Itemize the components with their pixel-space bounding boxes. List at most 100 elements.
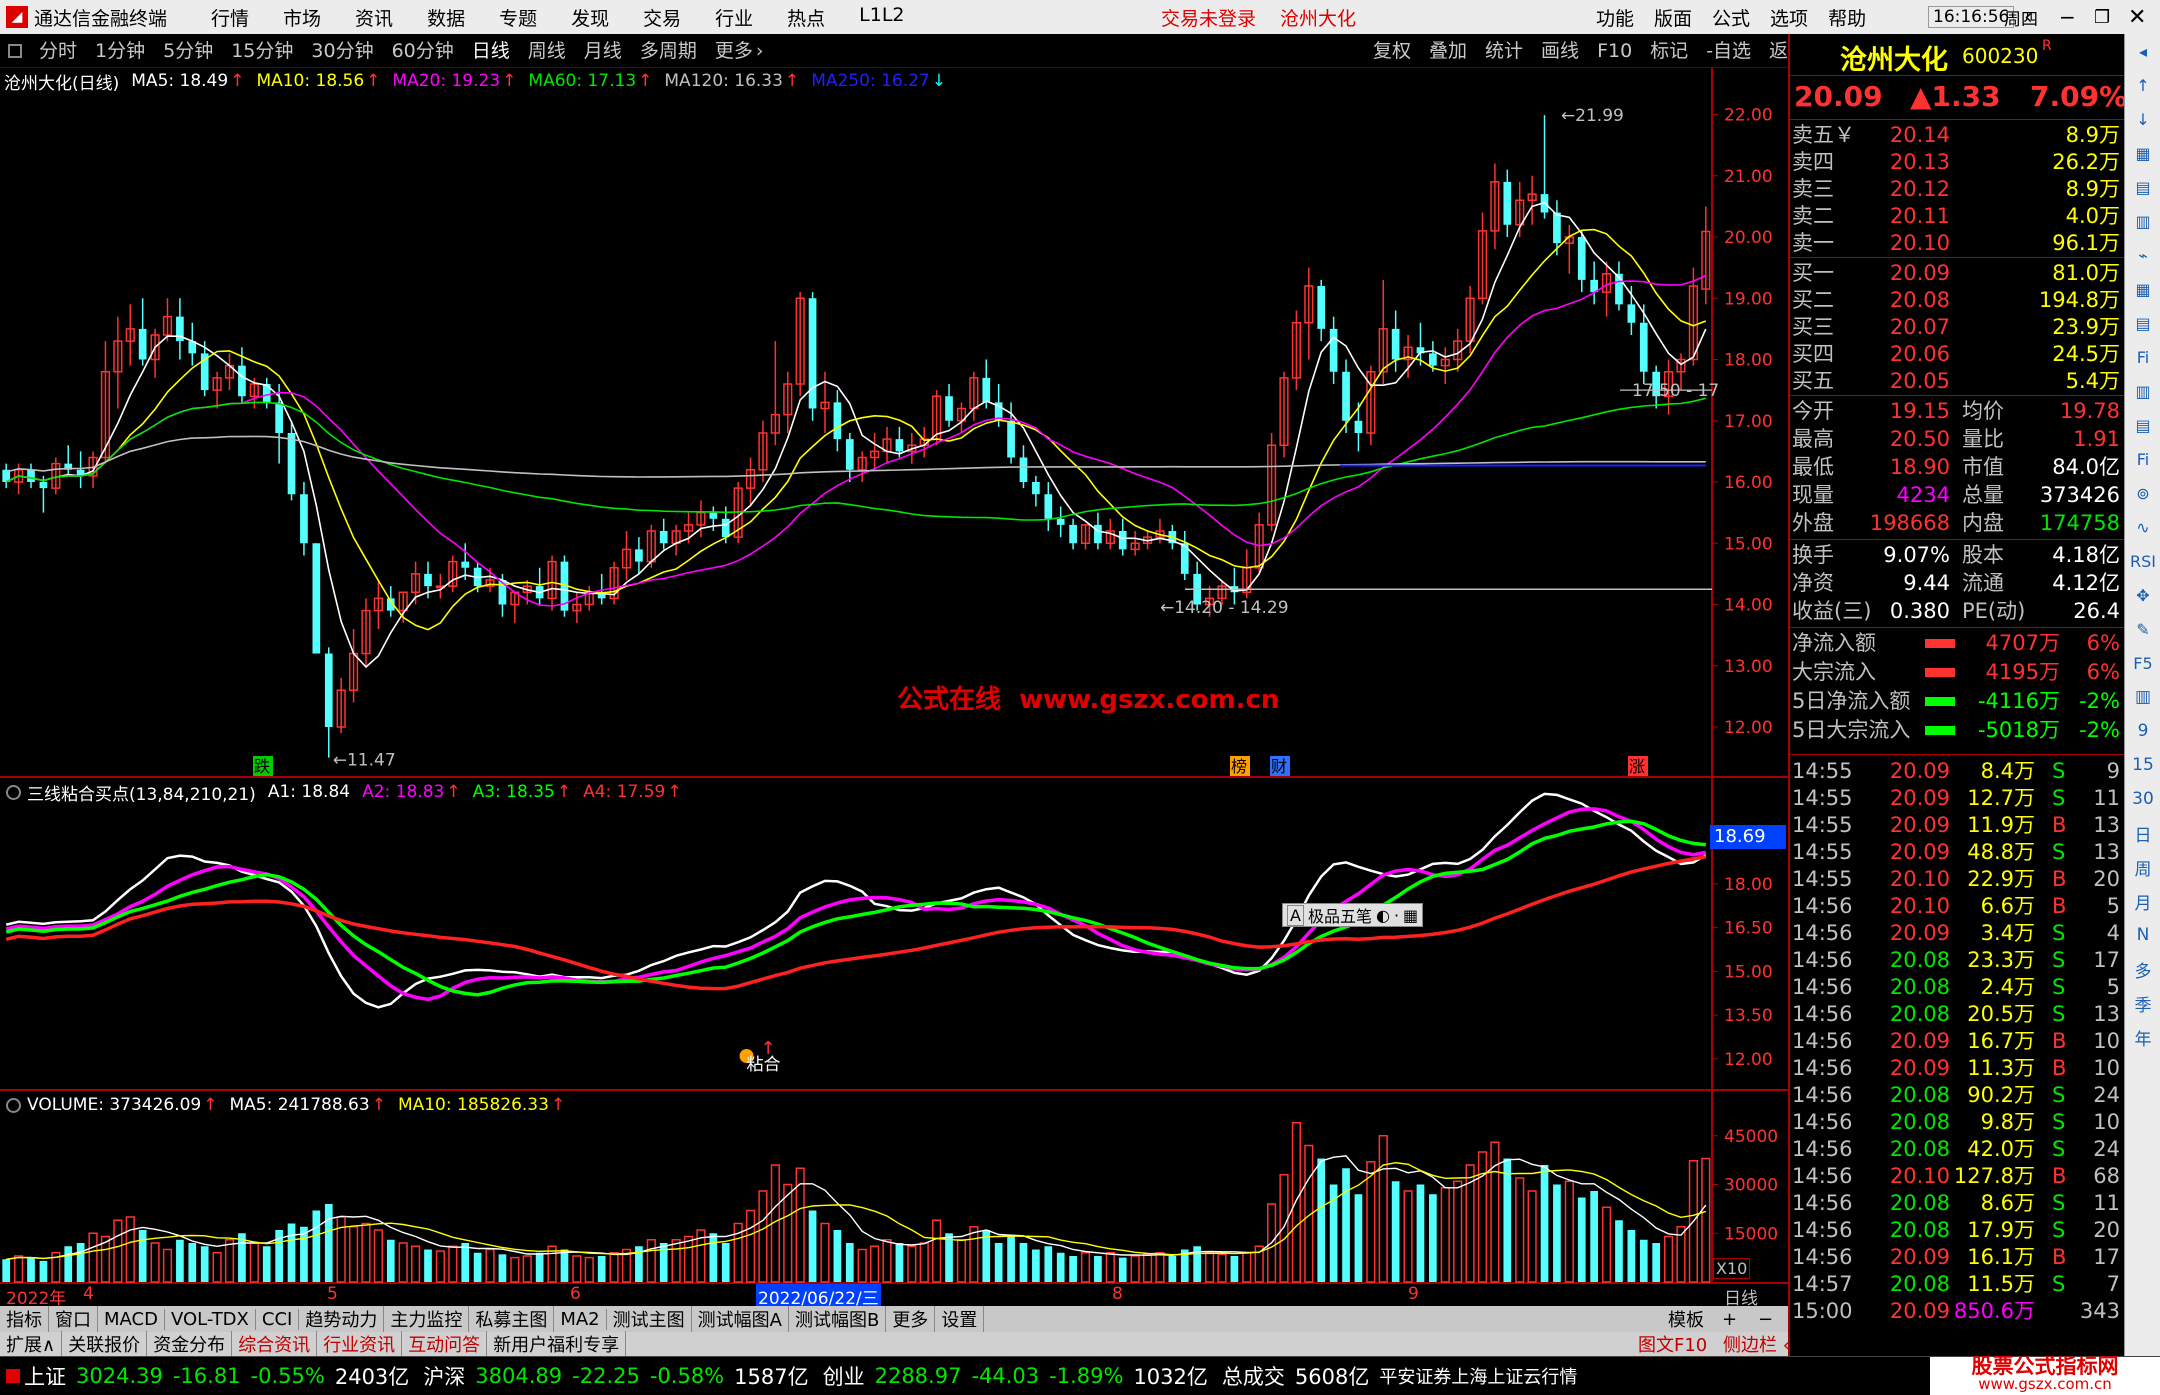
side-tool-icon[interactable]: ⊚	[2125, 476, 2160, 510]
menu-data[interactable]: 数据	[427, 4, 465, 31]
tab-test-a[interactable]: 测试幅图A	[692, 1306, 789, 1332]
menu-industry[interactable]: 行业	[715, 4, 753, 31]
period-daily[interactable]: 日线	[463, 34, 519, 68]
menu-trade[interactable]: 交易	[643, 4, 681, 31]
side-tool-icon[interactable]: ▤	[2125, 306, 2160, 340]
side-tool-icon[interactable]: 30	[2125, 782, 2160, 816]
tool-draw[interactable]: 画线	[1532, 34, 1588, 68]
menu-topics[interactable]: 专题	[499, 4, 537, 31]
side-tool-icon[interactable]: 周	[2125, 850, 2160, 884]
tab-vol-tdx[interactable]: VOL-TDX	[165, 1308, 256, 1330]
side-tool-icon[interactable]: ✥	[2125, 578, 2160, 612]
side-tool-icon[interactable]: ✎	[2125, 612, 2160, 646]
menu-options[interactable]: 选项	[1770, 4, 1808, 31]
tool-stats[interactable]: 统计	[1476, 34, 1532, 68]
menu-layout[interactable]: 版面	[1654, 4, 1692, 31]
side-tool-icon[interactable]: ▤	[2125, 408, 2160, 442]
period-15min[interactable]: 15分钟	[222, 34, 302, 68]
side-tool-icon[interactable]: F5	[2125, 646, 2160, 680]
side-tool-icon[interactable]: N	[2125, 918, 2160, 952]
menu-market[interactable]: 市场	[283, 4, 321, 31]
chart-canvas[interactable]: 12.00 13.00 14.00 15.00 16.00 17.00 18.00 19.00…	[0, 68, 1788, 1306]
period-intraday[interactable]: 分时	[30, 34, 86, 68]
indicator-toggle-icon[interactable]	[6, 784, 21, 800]
tab-qa[interactable]: 互动问答	[402, 1331, 488, 1357]
tab-indicators[interactable]: 指标	[0, 1306, 49, 1332]
side-tool-icon[interactable]: ▥	[2125, 204, 2160, 238]
period-60min[interactable]: 60分钟	[383, 34, 463, 68]
tool-mark[interactable]: 标记	[1641, 34, 1697, 68]
side-tool-icon[interactable]: 年	[2125, 1020, 2160, 1054]
side-tool-icon[interactable]: 多	[2125, 952, 2160, 986]
tool-remove-watch[interactable]: -自选	[1697, 34, 1760, 68]
volume-toggle-icon[interactable]	[6, 1097, 21, 1113]
period-5min[interactable]: 5分钟	[154, 34, 222, 68]
tab-expand[interactable]: 扩展∧	[0, 1331, 63, 1357]
ime-popup[interactable]: A 极品五笔 ◐ · ▦	[1282, 903, 1424, 927]
side-tool-icon[interactable]: ⌁	[2125, 238, 2160, 272]
tab-test-b[interactable]: 测试幅图B	[789, 1306, 887, 1332]
menu-news[interactable]: 资讯	[355, 4, 393, 31]
menu-discover[interactable]: 发现	[571, 4, 609, 31]
side-tool-icon[interactable]: ∿	[2125, 510, 2160, 544]
chevron-right-icon[interactable]: ›	[756, 40, 764, 62]
minimize-icon[interactable]: −	[2059, 5, 2076, 29]
side-tool-icon[interactable]: 9	[2125, 714, 2160, 748]
side-tool-icon[interactable]: ↓	[2125, 102, 2160, 136]
plus-icon[interactable]: +	[1722, 1309, 1737, 1330]
period-30min[interactable]: 30分钟	[302, 34, 382, 68]
side-tool-icon[interactable]: ▥	[2125, 374, 2160, 408]
tab-related[interactable]: 关联报价	[62, 1331, 148, 1357]
period-multi[interactable]: 多周期	[631, 34, 706, 68]
tab-cci[interactable]: CCI	[256, 1308, 300, 1330]
period-monthly[interactable]: 月线	[575, 34, 631, 68]
tab-trend-power[interactable]: 趋势动力	[299, 1306, 385, 1332]
menu-square-icon[interactable]	[8, 43, 22, 58]
menu-help[interactable]: 帮助	[1828, 4, 1866, 31]
side-tool-icon[interactable]: ↑	[2125, 68, 2160, 102]
tab-window[interactable]: 窗口	[49, 1306, 98, 1332]
menu-quotes[interactable]: 行情	[211, 4, 249, 31]
menu-function[interactable]: 功能	[1596, 4, 1634, 31]
menu-hot[interactable]: 热点	[787, 4, 825, 31]
menu-formula[interactable]: 公式	[1712, 4, 1750, 31]
tab-main-monitor[interactable]: 主力监控	[384, 1306, 470, 1332]
tool-overlay[interactable]: 叠加	[1420, 34, 1476, 68]
side-tool-icon[interactable]: 季	[2125, 986, 2160, 1020]
tab-ma2[interactable]: MA2	[554, 1308, 607, 1330]
close-icon[interactable]: ✕	[2128, 5, 2146, 30]
side-tool-icon[interactable]: ▦	[2125, 136, 2160, 170]
index-hs-name[interactable]: 沪深	[423, 1361, 465, 1391]
back-icon[interactable]: ‹	[2024, 5, 2033, 30]
tab-fund-dist[interactable]: 资金分布	[147, 1331, 233, 1357]
tab-macd[interactable]: MACD	[98, 1308, 165, 1330]
side-tool-icon[interactable]: Fi	[2125, 340, 2160, 374]
side-tool-icon[interactable]: ◂	[2125, 34, 2160, 68]
menu-l1l2[interactable]: L1L2	[859, 4, 904, 31]
side-tool-icon[interactable]: 15	[2125, 748, 2160, 782]
side-tool-icon[interactable]: ▤	[2125, 170, 2160, 204]
side-tool-icon[interactable]: ▥	[2125, 680, 2160, 714]
tab-general-news[interactable]: 综合资讯	[232, 1331, 318, 1357]
broker-name[interactable]: 平安证券上海上证云行情	[1379, 1363, 1577, 1389]
index-cy-name[interactable]: 创业	[823, 1361, 865, 1391]
restore-icon[interactable]: ❐	[2094, 7, 2110, 28]
index-sh-name[interactable]: 上证	[24, 1361, 66, 1391]
period-more[interactable]: 更多	[706, 34, 762, 68]
chart-area[interactable]: 12.00 13.00 14.00 15.00 16.00 17.00 18.00 19.00…	[0, 68, 1788, 1322]
tab-industry-news[interactable]: 行业资讯	[317, 1331, 403, 1357]
tab-more[interactable]: 更多	[886, 1306, 936, 1332]
trade-login-status[interactable]: 交易未登录	[1161, 4, 1256, 31]
side-tool-icon[interactable]: RSI	[2125, 544, 2160, 578]
side-tool-icon[interactable]: Fi	[2125, 442, 2160, 476]
tab-template[interactable]: 模板	[1668, 1306, 1704, 1332]
tab-f10-text[interactable]: 图文F10	[1638, 1331, 1707, 1357]
tool-adjust[interactable]: 复权	[1364, 34, 1420, 68]
side-tool-icon[interactable]: ▦	[2125, 272, 2160, 306]
side-tool-icon[interactable]: 日	[2125, 816, 2160, 850]
tool-f10[interactable]: F10	[1588, 34, 1641, 68]
tab-new-user[interactable]: 新用户福利专享	[487, 1331, 627, 1357]
tab-settings[interactable]: 设置	[935, 1306, 985, 1332]
side-tool-icon[interactable]: 月	[2125, 884, 2160, 918]
tab-sidebar[interactable]: 侧边栏 «	[1723, 1331, 1794, 1357]
